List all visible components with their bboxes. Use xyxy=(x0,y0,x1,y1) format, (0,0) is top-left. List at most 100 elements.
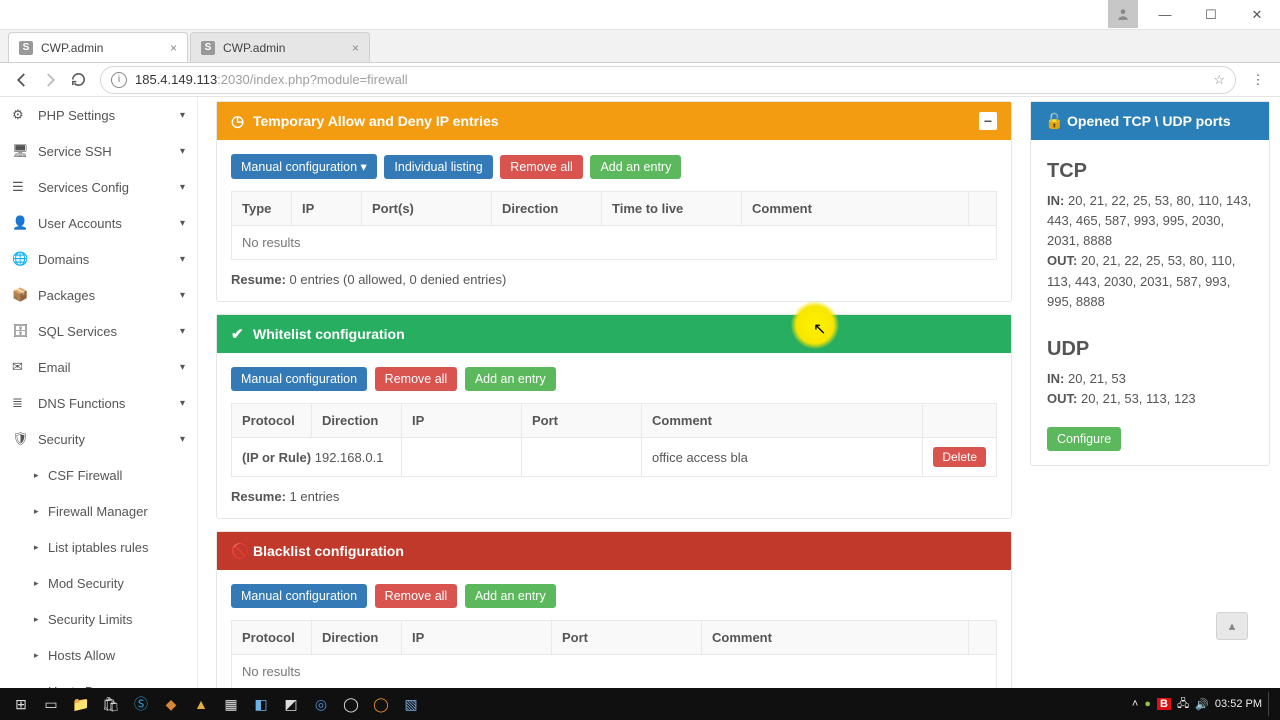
browser-toolbar: i 185.4.149.113:2030/index.php?module=fi… xyxy=(0,63,1280,97)
sidebar-subitem-mod-security[interactable]: ▸Mod Security xyxy=(0,565,197,601)
sidebar-subitem-list-iptables[interactable]: ▸List iptables rules xyxy=(0,529,197,565)
bookmark-star-icon[interactable]: ☆ xyxy=(1213,72,1225,88)
reload-button[interactable] xyxy=(64,66,92,94)
sidebar-subitem-firewall-manager[interactable]: ▸Firewall Manager xyxy=(0,493,197,529)
panel-header: ✔ Whitelist configuration xyxy=(217,315,1011,353)
chrome-menu-button[interactable]: ⋮ xyxy=(1244,66,1272,94)
address-bar[interactable]: i 185.4.149.113:2030/index.php?module=fi… xyxy=(100,66,1236,94)
app-icon[interactable]: ◧ xyxy=(246,690,276,718)
sidebar-item-security[interactable]: 🛡 Security ▾ xyxy=(0,421,197,457)
main-content[interactable]: ◷ Temporary Allow and Deny IP entries − … xyxy=(198,97,1030,688)
forward-button[interactable] xyxy=(36,66,64,94)
skype-icon[interactable]: Ⓢ xyxy=(126,690,156,718)
sidebar-item-label: Packages xyxy=(38,288,95,303)
remove-all-button[interactable]: Remove all xyxy=(500,155,583,179)
add-entry-button[interactable]: Add an entry xyxy=(465,584,556,608)
cell-ip: 192.168.0.1 xyxy=(315,450,384,465)
sidebar-item-packages[interactable]: 📦 Packages ▾ xyxy=(0,277,197,313)
configure-button[interactable]: Configure xyxy=(1047,427,1121,451)
remove-all-button[interactable]: Remove all xyxy=(375,584,458,608)
url-path: :2030/index.php?module=firewall xyxy=(217,72,407,87)
taskbar-clock[interactable]: 03:52 PM xyxy=(1215,699,1262,710)
app-icon[interactable]: ◆ xyxy=(156,690,186,718)
sidebar: ⚙ PHP Settings ▾ 🖥 Service SSH ▾ ☰ Servi… xyxy=(0,97,198,688)
browser-tab-0[interactable]: S CWP.admin × xyxy=(8,32,188,62)
tray-volume-icon[interactable]: 🔊 xyxy=(1195,698,1209,711)
th-port: Port xyxy=(522,404,642,438)
sidebar-subitem-security-limits[interactable]: ▸Security Limits xyxy=(0,601,197,637)
browser-tab-1[interactable]: S CWP.admin × xyxy=(190,32,370,62)
site-info-icon[interactable]: i xyxy=(111,72,127,88)
table-row: (IP or Rule) 192.168.0.1 office access b… xyxy=(232,438,997,477)
windows-taskbar[interactable]: ⊞ ▭ 📁 🛍 Ⓢ ◆ ▲ ▦ ◧ ◩ ◎ ◯ ◯ ▧ ˄ ● B 🖧 🔊 03… xyxy=(0,688,1280,720)
chrome-icon[interactable]: ◯ xyxy=(336,690,366,718)
sidebar-subitem-hosts-allow[interactable]: ▸Hosts Allow xyxy=(0,637,197,673)
app-icon[interactable]: ◎ xyxy=(306,690,336,718)
temp-entries-table: Type IP Port(s) Direction Time to live C… xyxy=(231,191,997,260)
th-comment: Comment xyxy=(642,404,923,438)
sidebar-item-user-accounts[interactable]: 👤 User Accounts ▾ xyxy=(0,205,197,241)
tray-icon[interactable]: B xyxy=(1157,698,1171,710)
manual-config-dropdown[interactable]: Manual configuration ▾ xyxy=(231,154,377,179)
chevron-right-icon: ▸ xyxy=(34,614,48,625)
collapse-button[interactable]: − xyxy=(979,112,997,130)
tab-close-button[interactable]: × xyxy=(170,41,177,55)
store-icon[interactable]: 🛍 xyxy=(96,690,126,718)
tab-title: CWP.admin xyxy=(223,41,285,55)
notepad-icon[interactable]: ▧ xyxy=(396,690,426,718)
start-button[interactable]: ⊞ xyxy=(6,690,36,718)
sidebar-item-email[interactable]: ✉ Email ▾ xyxy=(0,349,197,385)
th-ip: IP xyxy=(402,621,552,655)
sidebar-subitem-label: Mod Security xyxy=(48,576,124,591)
window-maximize-button[interactable]: ☐ xyxy=(1188,0,1234,30)
chevron-down-icon: ▾ xyxy=(180,146,185,157)
sidebar-item-label: Services Config xyxy=(38,180,129,195)
back-button[interactable] xyxy=(8,66,36,94)
delete-button[interactable]: Delete xyxy=(933,447,986,467)
manual-config-button[interactable]: Manual configuration xyxy=(231,367,367,391)
tab-close-button[interactable]: × xyxy=(352,41,359,55)
chevron-down-icon: ▾ xyxy=(180,182,185,193)
th-protocol: Protocol xyxy=(232,621,312,655)
window-minimize-button[interactable]: — xyxy=(1142,0,1188,30)
manual-config-button[interactable]: Manual configuration xyxy=(231,584,367,608)
tray-network-icon[interactable]: 🖧 xyxy=(1177,695,1189,714)
firefox-icon[interactable]: ◯ xyxy=(366,690,396,718)
add-entry-button[interactable]: Add an entry xyxy=(465,367,556,391)
file-explorer-icon[interactable]: 📁 xyxy=(66,690,96,718)
sidebar-subitem-hosts-deny[interactable]: ▸Hosts Deny xyxy=(0,673,197,688)
panel-whitelist: ✔ Whitelist configuration Manual configu… xyxy=(216,314,1012,519)
right-column: 🔓 Opened TCP \ UDP ports TCP IN: 20, 21,… xyxy=(1030,97,1280,688)
sidebar-item-domains[interactable]: 🌐 Domains ▾ xyxy=(0,241,197,277)
remove-all-button[interactable]: Remove all xyxy=(375,367,458,391)
th-comment: Comment xyxy=(742,192,969,226)
sidebar-item-sql-services[interactable]: 🗄 SQL Services ▾ xyxy=(0,313,197,349)
app-icon[interactable]: ▦ xyxy=(216,690,246,718)
blacklist-table: Protocol Direction IP Port Comment No re… xyxy=(231,620,997,688)
tray-icon[interactable]: ● xyxy=(1144,698,1151,710)
sidebar-item-php-settings[interactable]: ⚙ PHP Settings ▾ xyxy=(0,97,197,133)
show-desktop-button[interactable] xyxy=(1268,692,1274,716)
sidebar-subitem-csf-firewall[interactable]: ▸CSF Firewall xyxy=(0,457,197,493)
chevron-down-icon: ▾ xyxy=(180,326,185,337)
window-close-button[interactable]: ✕ xyxy=(1234,0,1280,30)
sidebar-subitem-label: Security Limits xyxy=(48,612,133,627)
sidebar-item-label: Service SSH xyxy=(38,144,112,159)
chevron-down-icon: ▾ xyxy=(180,362,185,373)
tray-chevron-icon[interactable]: ˄ xyxy=(1132,698,1138,710)
sidebar-subitem-label: Firewall Manager xyxy=(48,504,148,519)
app-icon[interactable]: ▲ xyxy=(186,690,216,718)
scroll-to-top-button[interactable]: ▴ xyxy=(1216,612,1248,640)
task-view-button[interactable]: ▭ xyxy=(36,690,66,718)
sidebar-item-dns-functions[interactable]: ≣ DNS Functions ▾ xyxy=(0,385,197,421)
individual-listing-button[interactable]: Individual listing xyxy=(384,155,492,179)
panel-opened-ports: 🔓 Opened TCP \ UDP ports TCP IN: 20, 21,… xyxy=(1030,101,1270,466)
th-port: Port xyxy=(552,621,702,655)
app-icon[interactable]: ◩ xyxy=(276,690,306,718)
chevron-right-icon: ▸ xyxy=(34,470,48,481)
sidebar-item-service-ssh[interactable]: 🖥 Service SSH ▾ xyxy=(0,133,197,169)
user-avatar-button[interactable] xyxy=(1108,0,1138,28)
sidebar-item-label: User Accounts xyxy=(38,216,122,231)
add-entry-button[interactable]: Add an entry xyxy=(590,155,681,179)
sidebar-item-services-config[interactable]: ☰ Services Config ▾ xyxy=(0,169,197,205)
